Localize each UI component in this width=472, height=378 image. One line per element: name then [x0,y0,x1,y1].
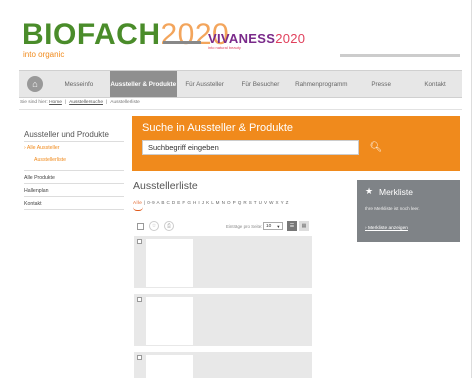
row-checkbox[interactable] [137,355,142,360]
page: BIOFACH2020 into organic VIVANESS2020 in… [0,0,472,378]
exhibitor-logo [146,355,193,378]
breadcrumb-separator: | [106,100,108,105]
merkliste-link-label: Merkliste anzeigen [367,226,408,231]
print-icon[interactable]: ⎙ [164,221,174,231]
alpha-letters[interactable]: 0-9 A B C D E F G H I J K L M N O P Q R … [147,200,289,205]
breadcrumb-prefix: Sie sind hier: [20,100,48,105]
sidebar-item-kontakt[interactable]: Kontakt [24,201,42,207]
header-divider-line [19,109,462,110]
star-icon: ★ [365,186,374,196]
sidebar-divider [24,183,124,184]
home-icon: ⌂ [26,76,43,92]
breadcrumb: Sie sind hier: Home | Ausstellersuche | Auss… [20,100,140,105]
merkliste-icon[interactable]: ☆ [149,221,159,231]
exhibitor-logo [146,297,193,345]
logo-divider [163,41,201,44]
breadcrumb-separator: | [64,100,67,105]
merkliste-panel: ★ Merkliste Ihre Merkliste ist noch leer… [357,180,460,242]
sidebar-item-label: Alle Aussteller [26,145,60,151]
partner-year: 2020 [275,31,306,46]
row-checkbox[interactable] [137,239,142,244]
nav-item-messeinfo[interactable]: Messeinfo [48,71,110,97]
search-panel: Suche in Aussteller & Produkte 🔍︎ [132,116,460,171]
breadcrumb-ausstellersuche[interactable]: Ausstellersuche [69,100,103,105]
vivaness-logo[interactable]: VIVANESS2020 [208,31,305,46]
select-all-checkbox[interactable] [135,221,145,231]
logo-main: BIOFACH [22,18,161,51]
merkliste-text: Ihre Merkliste ist noch leer. [365,206,420,211]
list-title: Ausstellerliste [133,180,198,192]
search-icon: 🔍︎ [369,142,383,153]
list-item[interactable] [134,352,312,378]
row-checkbox[interactable] [137,297,142,302]
main-nav: ⌂ Messeinfo Aussteller & Produkte Für Au… [19,70,462,98]
checkbox-icon [136,222,144,230]
header-divider [340,54,460,57]
nav-item-kontakt[interactable]: Kontakt [408,71,462,97]
partner-tagline: into natural beauty [208,45,241,50]
chevron-down-icon: ▼ [276,223,281,229]
search-button[interactable]: 🔍︎ [368,140,384,155]
nav-item-rahmenprogramm[interactable]: Rahmenprogramm [288,71,354,97]
sidebar-divider [24,196,124,197]
biofach-logo[interactable]: BIOFACH2020 [22,20,229,50]
alphabet-filter: Alle | 0-9 A B C D E F G H I J K L M N O… [133,200,289,205]
partner-main: VIVANESS [208,31,276,46]
nav-item-fuer-aussteller[interactable]: Für Aussteller [177,71,233,97]
list-item[interactable] [134,294,312,346]
breadcrumb-home[interactable]: Home [49,100,62,105]
sidebar-item-alle-produkte[interactable]: Alle Produkte [24,175,55,181]
per-page-select[interactable]: 10 ▼ [263,222,283,230]
nav-item-fuer-besucher[interactable]: Für Besucher [233,71,289,97]
sidebar-divider [24,209,124,210]
exhibitor-logo [146,239,193,287]
grid-view-icon[interactable]: ▦ [299,221,309,231]
nav-item-presse[interactable]: Presse [354,71,408,97]
sidebar-title[interactable]: Aussteller und Produkte [24,130,109,139]
per-page-value: 10 [266,223,272,229]
sidebar-item-hallenplan[interactable]: Hallenplan [24,188,49,194]
search-input[interactable] [142,140,359,155]
search-title: Suche in Aussteller & Produkte [142,122,294,134]
sidebar-divider [24,141,124,142]
alpha-active-indicator [133,207,143,211]
merkliste-title: Merkliste [379,187,414,197]
nav-item-aussteller-produkte[interactable]: Aussteller & Produkte [109,71,177,97]
merkliste-link[interactable]: › Merkliste anzeigen [365,226,408,231]
nav-home[interactable]: ⌂ [22,71,48,97]
list-view-icon[interactable]: ☰ [287,221,297,231]
sidebar-divider [24,170,124,171]
sidebar-item-alle-aussteller[interactable]: › Alle Aussteller [24,145,59,151]
list-item[interactable] [134,236,312,288]
alpha-all[interactable]: Alle [133,200,142,205]
breadcrumb-current: Ausstellerliste [110,100,140,105]
logo-tagline: into organic [23,50,65,59]
sidebar-item-ausstellerliste[interactable]: Ausstellerliste [34,157,66,163]
per-page-label: Einträge pro Seite: [226,224,263,229]
